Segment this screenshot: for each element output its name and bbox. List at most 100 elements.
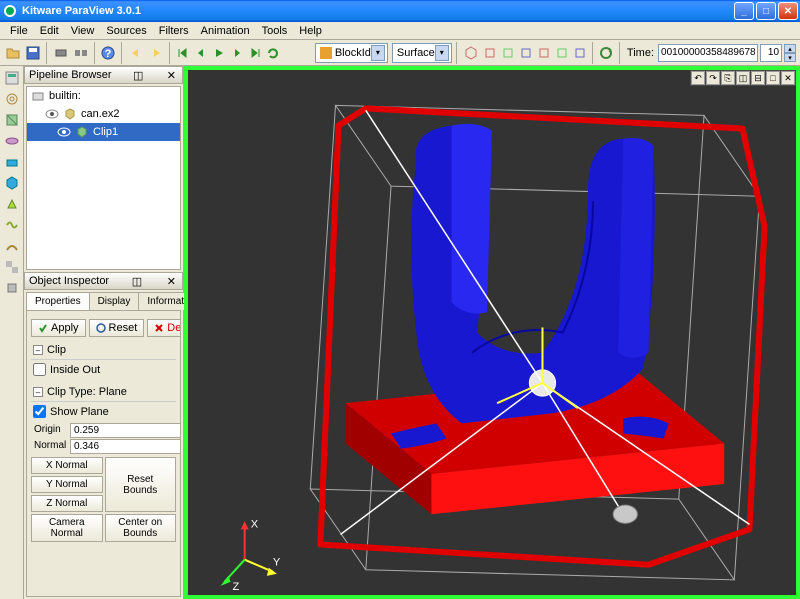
render-canvas: X Y Z bbox=[188, 70, 796, 595]
tree-item-filter[interactable]: Clip1 bbox=[27, 123, 180, 141]
viewport-toolbar: ↶ ↷ ⎘ ◫ ⊟ □ ✕ bbox=[690, 70, 796, 86]
menu-sources[interactable]: Sources bbox=[100, 23, 152, 39]
slice-filter-icon[interactable] bbox=[2, 131, 22, 151]
clip-group-header[interactable]: – Clip bbox=[31, 341, 176, 360]
titlebar: Kitware ParaView 3.0.1 _ □ ✕ bbox=[0, 0, 800, 22]
left-panel: Pipeline Browser ◫ ✕ builtin: can.ex2 Cl… bbox=[24, 66, 184, 599]
y-normal-button[interactable]: Y Normal bbox=[31, 476, 103, 493]
warp-filter-icon[interactable] bbox=[2, 236, 22, 256]
view-split-v-button[interactable]: ⊟ bbox=[751, 71, 765, 85]
inspector-undock-button[interactable]: ◫ bbox=[130, 275, 144, 288]
save-button[interactable] bbox=[24, 42, 42, 64]
menu-file[interactable]: File bbox=[4, 23, 34, 39]
camera-nx-button[interactable] bbox=[536, 42, 552, 64]
camera-iso-button[interactable] bbox=[462, 42, 480, 64]
delete-button[interactable]: Delete bbox=[147, 319, 181, 337]
view-max-button[interactable]: □ bbox=[766, 71, 780, 85]
open-button[interactable] bbox=[4, 42, 22, 64]
tree-item-label: can.ex2 bbox=[81, 108, 120, 120]
camera-x-button[interactable] bbox=[482, 42, 498, 64]
stream-filter-icon[interactable] bbox=[2, 215, 22, 235]
menu-filters[interactable]: Filters bbox=[153, 23, 195, 39]
tree-root-label: builtin: bbox=[49, 90, 81, 102]
origin-x-input[interactable] bbox=[70, 423, 181, 438]
tab-display[interactable]: Display bbox=[89, 292, 140, 310]
menu-view[interactable]: View bbox=[65, 23, 101, 39]
vcr-prev-button[interactable] bbox=[193, 42, 209, 64]
calculator-filter-icon[interactable] bbox=[2, 68, 22, 88]
show-plane-checkbox[interactable]: Show Plane bbox=[31, 402, 176, 421]
x-normal-button[interactable]: X Normal bbox=[31, 457, 103, 474]
pipeline-title: Pipeline Browser bbox=[29, 69, 112, 81]
help-button[interactable]: ? bbox=[99, 42, 117, 64]
main-toolbar: ? BlockId ▾ Surface ▾ Time: ▴ ▾ bbox=[0, 40, 800, 66]
view-split-h-button[interactable]: ◫ bbox=[736, 71, 750, 85]
clip-type-header[interactable]: – Clip Type: Plane bbox=[31, 383, 176, 402]
inspector-close-button[interactable]: ✕ bbox=[165, 275, 178, 288]
object-inspector: Properties Display Information Apply Res… bbox=[26, 292, 181, 597]
z-normal-button[interactable]: Z Normal bbox=[31, 495, 103, 512]
menu-tools[interactable]: Tools bbox=[256, 23, 294, 39]
minimize-button[interactable]: _ bbox=[734, 2, 754, 20]
connect-button[interactable] bbox=[52, 42, 70, 64]
color-by-combo[interactable]: BlockId ▾ bbox=[315, 43, 388, 63]
contour-filter-icon[interactable] bbox=[2, 89, 22, 109]
timestep-down-button[interactable]: ▾ bbox=[784, 53, 796, 62]
inside-out-checkbox[interactable]: Inside Out bbox=[31, 360, 176, 379]
undo-button[interactable] bbox=[127, 42, 145, 64]
dropdown-icon: ▾ bbox=[435, 45, 449, 61]
origin-label: Origin bbox=[31, 423, 69, 438]
vcr-next-button[interactable] bbox=[229, 42, 245, 64]
view-close-button[interactable]: ✕ bbox=[781, 71, 795, 85]
color-by-label: BlockId bbox=[335, 47, 371, 59]
close-button[interactable]: ✕ bbox=[778, 2, 798, 20]
vcr-last-button[interactable] bbox=[247, 42, 263, 64]
maximize-button[interactable]: □ bbox=[756, 2, 776, 20]
extract-group-icon[interactable] bbox=[2, 278, 22, 298]
menu-animation[interactable]: Animation bbox=[195, 23, 256, 39]
threshold-filter-icon[interactable] bbox=[2, 152, 22, 172]
extract-filter-icon[interactable] bbox=[2, 173, 22, 193]
view-undo-button[interactable]: ↶ bbox=[691, 71, 705, 85]
reset-button[interactable]: Reset bbox=[89, 319, 145, 337]
clip-filter-icon[interactable] bbox=[2, 110, 22, 130]
time-input[interactable] bbox=[658, 44, 758, 62]
disconnect-button[interactable] bbox=[72, 42, 90, 64]
pipeline-undock-button[interactable]: ◫ bbox=[131, 69, 145, 82]
tab-properties[interactable]: Properties bbox=[26, 292, 90, 310]
center-on-bounds-button[interactable]: Center on Bounds bbox=[105, 514, 177, 542]
camera-y-button[interactable] bbox=[500, 42, 516, 64]
vcr-play-button[interactable] bbox=[211, 42, 227, 64]
svg-text:Y: Y bbox=[273, 557, 281, 569]
view-link-button[interactable]: ⎘ bbox=[721, 71, 735, 85]
vcr-first-button[interactable] bbox=[175, 42, 191, 64]
pipeline-close-button[interactable]: ✕ bbox=[165, 69, 178, 82]
menu-edit[interactable]: Edit bbox=[34, 23, 65, 39]
glyph-filter-icon[interactable] bbox=[2, 194, 22, 214]
camera-nz-button[interactable] bbox=[572, 42, 588, 64]
normal-x-input[interactable] bbox=[70, 439, 181, 454]
timestep-up-button[interactable]: ▴ bbox=[784, 44, 796, 53]
apply-button[interactable]: Apply bbox=[31, 319, 86, 337]
collapse-icon: – bbox=[33, 387, 43, 397]
svg-text:X: X bbox=[251, 518, 259, 530]
pipeline-tree[interactable]: builtin: can.ex2 Clip1 bbox=[26, 86, 181, 270]
reset-camera-button[interactable] bbox=[597, 42, 615, 64]
tree-item-source[interactable]: can.ex2 bbox=[27, 105, 180, 123]
camera-ny-button[interactable] bbox=[554, 42, 570, 64]
representation-combo[interactable]: Surface ▾ bbox=[392, 43, 452, 63]
eye-icon bbox=[45, 107, 59, 121]
inspector-title: Object Inspector bbox=[29, 275, 109, 287]
redo-button[interactable] bbox=[147, 42, 165, 64]
tree-root[interactable]: builtin: bbox=[27, 87, 180, 105]
render-view[interactable]: ↶ ↷ ⎘ ◫ ⊟ □ ✕ bbox=[184, 66, 800, 599]
group-filter-icon[interactable] bbox=[2, 257, 22, 277]
camera-normal-button[interactable]: Camera Normal bbox=[31, 514, 103, 542]
camera-z-button[interactable] bbox=[518, 42, 534, 64]
view-redo-button[interactable]: ↷ bbox=[706, 71, 720, 85]
reset-bounds-button[interactable]: Reset Bounds bbox=[105, 457, 177, 512]
menu-help[interactable]: Help bbox=[293, 23, 328, 39]
vcr-loop-button[interactable] bbox=[265, 42, 281, 64]
pipeline-header: Pipeline Browser ◫ ✕ bbox=[24, 66, 183, 84]
timestep-input[interactable] bbox=[760, 44, 782, 62]
